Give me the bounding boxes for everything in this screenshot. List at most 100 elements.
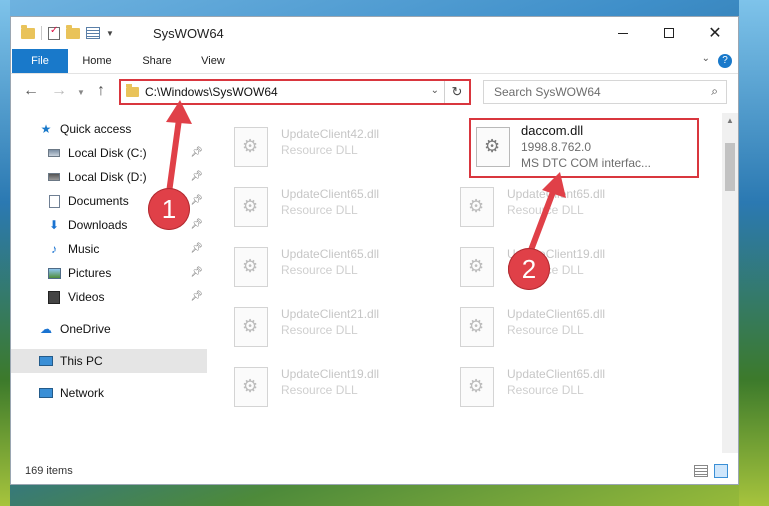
file-type: Resource DLL [281,143,358,157]
sidebar-item-music[interactable]: ♪ Music 📌︎ [11,237,207,261]
address-bar[interactable]: C:\Windows\SysWOW64 ⌄ ↻ [119,79,471,105]
sidebar-item-local-disk-d[interactable]: Local Disk (D:) 📌︎ [11,165,207,189]
list-item[interactable]: UpdateClient21.dll Resource DLL [207,301,427,357]
item-count: 169 items [25,465,73,477]
pin-icon[interactable]: 📌︎ [190,291,203,302]
file-name: UpdateClient65.dll [507,307,606,321]
step-2-badge: 2 [508,248,550,290]
customize-dropdown-icon[interactable]: ▼ [106,29,114,38]
pin-icon[interactable]: 📌︎ [190,195,203,206]
vertical-scrollbar[interactable]: ▲ [722,113,738,453]
address-dropdown-icon[interactable]: ⌄ [431,85,439,96]
search-input[interactable] [492,84,696,100]
file-name: UpdateClient65.dll [281,187,380,201]
file-type: Resource DLL [507,383,584,397]
list-item[interactable]: UpdateClient65.dll Resource DLL [433,181,653,237]
sidebar-item-onedrive[interactable]: ☁ OneDrive [11,317,207,341]
sidebar-item-label: Documents [68,194,129,208]
file-type: Resource DLL [281,383,358,397]
navigation-bar: ← → ▼ ↑ C:\Windows\SysWOW64 ⌄ ↻ ⌕ [11,74,738,110]
help-icon[interactable]: ? [718,54,732,68]
list-item[interactable]: UpdateClient65.dll Resource DLL [207,181,427,237]
tab-file[interactable]: File [12,49,68,73]
sidebar-item-quick-access[interactable]: ★ Quick access [11,117,207,141]
sidebar-item-videos[interactable]: Videos 📌︎ [11,285,207,309]
disk-icon [48,173,60,181]
tab-share[interactable]: Share [135,49,179,73]
status-bar: 169 items [11,458,738,484]
address-folder-icon [126,84,139,97]
close-button[interactable]: ✕ [692,17,738,49]
forward-arrow-icon[interactable]: → [51,82,67,100]
list-item[interactable]: UpdateClient19.dll Resource DLL [207,361,427,417]
large-icons-view-icon[interactable] [714,464,728,478]
list-item[interactable]: UpdateClient65.dll Resource DLL [207,241,427,297]
search-box[interactable]: ⌕ [483,80,727,104]
up-arrow-icon[interactable]: ↑ [97,82,105,100]
file-description: MS DTC COM interfac... [521,156,652,170]
details-view-icon[interactable] [694,465,708,477]
dll-file-icon [460,247,494,287]
maximize-icon [664,28,674,38]
music-icon: ♪ [51,242,57,256]
refresh-icon[interactable]: ↻ [444,81,469,103]
toolbar-divider [41,26,42,40]
view-icon[interactable] [86,27,100,39]
sidebar-item-label: Videos [68,290,105,304]
sidebar-item-label: Downloads [68,218,128,232]
recent-locations-chevron-icon[interactable]: ▼ [77,88,85,97]
list-item[interactable]: UpdateClient42.dll Resource DLL [207,121,427,177]
search-icon[interactable]: ⌕ [711,84,718,99]
downloads-icon: ⬇ [48,218,60,232]
sidebar-item-network[interactable]: Network [11,381,207,405]
pin-icon[interactable]: 📌︎ [190,171,203,182]
pin-icon[interactable]: 📌︎ [190,267,203,278]
sidebar-item-label: Music [68,242,100,256]
properties-icon[interactable] [48,25,60,40]
scrollbar-thumb[interactable] [725,143,735,191]
sidebar-item-pictures[interactable]: Pictures 📌︎ [11,261,207,285]
onedrive-icon: ☁ [40,322,52,336]
file-list: UpdateClient42.dll Resource DLL UpdateCl… [207,113,719,453]
sidebar-item-this-pc[interactable]: This PC [11,349,207,373]
tab-home[interactable]: Home [75,49,119,73]
sidebar-item-label: Pictures [68,266,112,280]
file-name: daccom.dll [521,123,584,138]
dll-file-icon [460,367,494,407]
sidebar-item-label: Local Disk (D:) [68,170,147,184]
sidebar-item-label: This PC [60,354,103,368]
folder-icon[interactable] [21,24,35,39]
minimize-icon [618,32,628,34]
address-path[interactable]: C:\Windows\SysWOW64 [145,85,278,99]
file-type: Resource DLL [281,203,358,217]
star-icon: ★ [40,122,52,136]
list-item[interactable]: UpdateClient65.dll Resource DLL [433,361,653,417]
scroll-up-icon[interactable]: ▲ [722,113,738,129]
dll-file-icon [234,367,268,407]
highlighted-file-daccom[interactable]: daccom.dll 1998.8.762.0 MS DTC COM inter… [469,118,699,178]
file-name: UpdateClient42.dll [281,127,380,141]
documents-icon [48,194,60,208]
sidebar-item-label: Network [60,386,105,400]
expand-ribbon-icon[interactable]: ⌄ [702,53,710,64]
pictures-icon [47,267,61,279]
file-type: Resource DLL [281,323,358,337]
desktop-background-right [739,0,769,506]
step-1-badge: 1 [148,188,190,230]
pin-icon[interactable]: 📌︎ [190,147,203,158]
sidebar-item-label: OneDrive [60,322,111,336]
list-item[interactable]: UpdateClient65.dll Resource DLL [433,301,653,357]
back-arrow-icon[interactable]: ← [23,82,39,100]
tab-view[interactable]: View [191,49,235,73]
minimize-button[interactable] [600,17,646,49]
sidebar-item-local-disk-c[interactable]: Local Disk (C:) 📌︎ [11,141,207,165]
sidebar-item-label: Quick access [60,122,132,136]
dll-file-icon [476,127,510,167]
new-folder-icon[interactable] [66,24,80,39]
pin-icon[interactable]: 📌︎ [190,243,203,254]
file-name: UpdateClient19.dll [281,367,380,381]
network-icon [39,388,53,398]
maximize-button[interactable] [646,17,692,49]
file-version: 1998.8.762.0 [521,140,592,154]
pin-icon[interactable]: 📌︎ [190,219,203,230]
